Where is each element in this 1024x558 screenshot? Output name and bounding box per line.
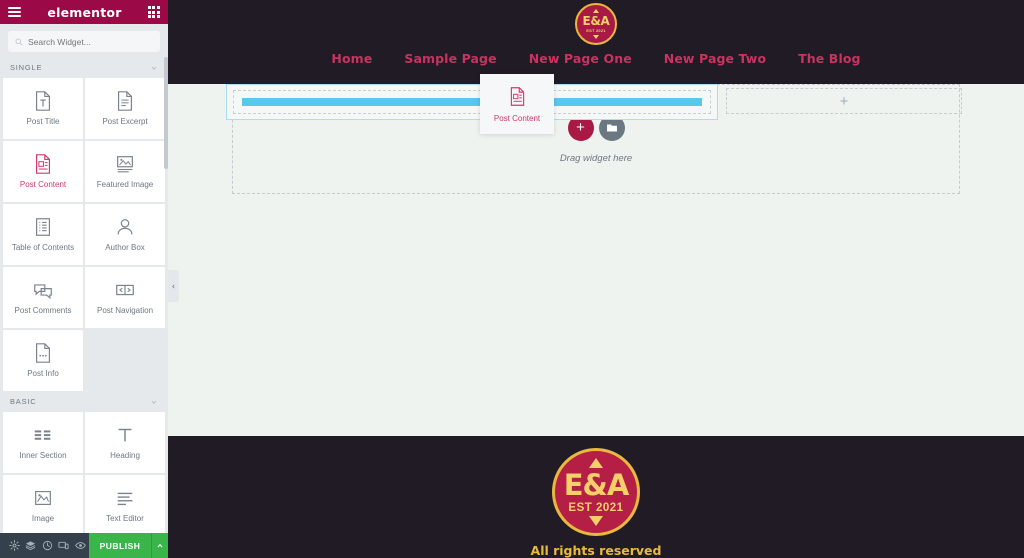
logo-badge-large: E&A EST 2021 — [552, 448, 640, 536]
logo-established: EST 2021 — [586, 28, 606, 33]
widget-label: Post Content — [19, 180, 67, 190]
panel-collapse-handle[interactable] — [168, 270, 179, 302]
widget-label: Table of Contents — [11, 243, 75, 253]
publish-options-button[interactable] — [151, 533, 169, 558]
footer-logo-monogram: E&A — [563, 467, 630, 502]
chevron-down-icon — [151, 400, 157, 404]
elementor-editor: elementor SINGLE — [0, 0, 1024, 558]
site-nav: Home Sample Page New Page One New Page T… — [331, 51, 860, 66]
panel-footer-toolbar: PUBLISH — [0, 533, 169, 558]
widget-image[interactable]: Image — [3, 475, 83, 533]
widget-post-title[interactable]: Post Title — [3, 78, 83, 139]
widget-label: Inner Section — [19, 451, 67, 461]
post-info-icon — [35, 343, 51, 363]
publish-button[interactable]: PUBLISH — [88, 533, 152, 558]
widget-post-info[interactable]: Post Info — [3, 330, 83, 391]
category-header-basic[interactable]: BASIC — [0, 391, 168, 412]
hamburger-icon[interactable] — [8, 7, 21, 17]
site-header: E&A EST 2021 Home Sample Page New Page O… — [168, 0, 1024, 84]
widget-panel: elementor SINGLE — [0, 0, 169, 558]
widget-heading[interactable]: Heading — [85, 412, 165, 473]
widget-table-of-contents[interactable]: Table of Contents — [3, 204, 83, 265]
widget-label: Heading — [110, 451, 140, 461]
drop-indicator — [242, 98, 702, 106]
triangle-down-icon — [589, 516, 603, 526]
search-input[interactable] — [28, 36, 153, 47]
nav-link-new-page-two[interactable]: New Page Two — [664, 51, 766, 66]
category-label: BASIC — [10, 397, 37, 406]
widget-label: Post Title — [26, 117, 60, 127]
responsive-mode-icon[interactable] — [56, 533, 73, 558]
widget-post-content[interactable]: Post Content — [3, 141, 83, 202]
widget-label: Post Comments — [14, 306, 72, 316]
widget-list-scroll[interactable]: SINGLE Post Title Post Excerpt Post Cont… — [0, 57, 168, 533]
site-footer: E&A EST 2021 All rights reserved — [168, 436, 1024, 558]
elementor-logo-text: elementor — [47, 4, 122, 20]
triangle-up-icon — [593, 9, 599, 13]
chevron-up-icon — [157, 543, 163, 547]
search-icon — [15, 38, 23, 46]
post-comments-icon — [34, 284, 52, 300]
widget-label: Author Box — [105, 243, 145, 253]
widget-author-box[interactable]: Author Box — [85, 204, 165, 265]
widget-post-comments[interactable]: Post Comments — [3, 267, 83, 328]
text-editor-icon — [117, 492, 133, 506]
triangle-down-icon — [593, 35, 599, 39]
widget-label: Post Navigation — [96, 306, 154, 316]
post-content-icon — [35, 154, 51, 174]
grid-apps-icon[interactable] — [147, 6, 160, 18]
inner-section-icon — [34, 430, 51, 440]
settings-gear-icon[interactable] — [6, 533, 23, 558]
right-empty-column[interactable]: + — [726, 88, 962, 114]
author-box-icon — [117, 219, 133, 235]
nav-link-home[interactable]: Home — [331, 51, 372, 66]
triangle-up-icon — [589, 458, 603, 468]
image-icon — [35, 491, 51, 506]
widget-grid-filler — [85, 330, 165, 391]
drag-widget-hint: Drag widget here — [559, 152, 633, 164]
target-column[interactable] — [233, 90, 711, 114]
widget-post-navigation[interactable]: Post Navigation — [85, 267, 165, 328]
post-excerpt-icon — [117, 91, 133, 111]
category-label: SINGLE — [10, 63, 43, 72]
history-clock-icon[interactable] — [39, 533, 56, 558]
widget-grid-single: Post Title Post Excerpt Post Content Fea… — [0, 78, 168, 391]
table-of-contents-icon — [35, 218, 51, 236]
widget-post-excerpt[interactable]: Post Excerpt — [85, 78, 165, 139]
folder-template-icon — [606, 124, 617, 131]
widget-grid-basic: Inner Section Heading Image Text Editor — [0, 412, 168, 533]
target-section[interactable] — [226, 84, 718, 120]
heading-icon — [118, 428, 132, 442]
widget-label: Image — [31, 514, 55, 524]
widget-label: Featured Image — [96, 180, 154, 190]
search-box[interactable] — [8, 31, 160, 52]
panel-scrollbar[interactable] — [164, 57, 168, 169]
widget-label: Text Editor — [106, 514, 144, 524]
nav-link-new-page-one[interactable]: New Page One — [529, 51, 632, 66]
widget-label: Post Info — [27, 369, 59, 379]
editor-canvas[interactable]: E&A EST 2021 Home Sample Page New Page O… — [168, 0, 1024, 558]
navigator-layers-icon[interactable] — [23, 533, 40, 558]
category-header-single[interactable]: SINGLE — [0, 57, 168, 78]
chevron-down-icon — [151, 66, 157, 70]
widget-label: Post Excerpt — [102, 117, 148, 127]
site-logo[interactable]: E&A EST 2021 — [575, 3, 617, 45]
post-title-icon — [35, 91, 51, 111]
widget-inner-section[interactable]: Inner Section — [3, 412, 83, 473]
logo-monogram: E&A — [582, 14, 610, 28]
nav-link-sample-page[interactable]: Sample Page — [404, 51, 496, 66]
copyright-text: All rights reserved — [530, 543, 662, 558]
preview-eye-icon[interactable] — [72, 533, 89, 558]
footer-logo-established: EST 2021 — [568, 501, 624, 514]
post-navigation-icon — [116, 284, 134, 296]
logo-badge-small: E&A EST 2021 — [575, 3, 617, 45]
plus-icon[interactable]: + — [840, 94, 849, 109]
widget-featured-image[interactable]: Featured Image — [85, 141, 165, 202]
featured-image-icon — [117, 156, 133, 173]
panel-header: elementor — [0, 0, 168, 24]
search-widget-area — [0, 24, 168, 57]
widget-text-editor[interactable]: Text Editor — [85, 475, 165, 533]
chevron-left-icon — [172, 284, 175, 288]
nav-link-the-blog[interactable]: The Blog — [798, 51, 860, 66]
